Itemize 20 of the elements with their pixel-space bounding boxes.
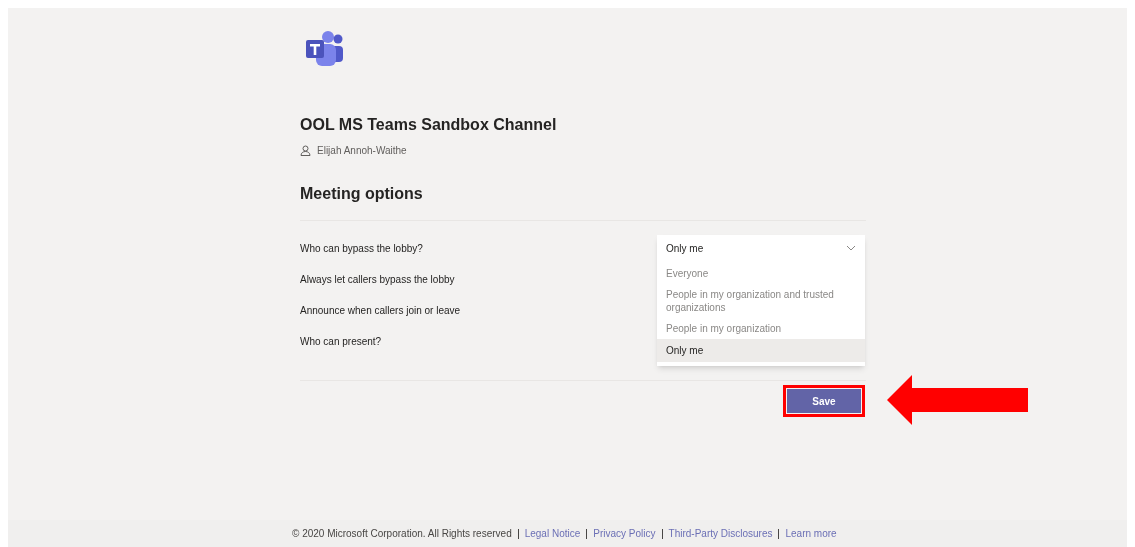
section-title: Meeting options [300, 184, 424, 204]
option-label: Who can bypass the lobby? [300, 242, 424, 255]
person-icon [300, 145, 311, 156]
footer-link[interactable]: Privacy Policy [593, 526, 656, 541]
chevron-icon [846, 245, 856, 251]
option-label: Announce when callers join or leave [300, 304, 462, 317]
save-button[interactable]: Save [787, 389, 861, 413]
dropdown-field[interactable]: Only me [657, 235, 865, 261]
dropdown-option[interactable]: People in my organization and trusted organizations [657, 284, 865, 318]
dropdown-option[interactable]: Everyone [657, 263, 865, 284]
copyright-text: © 2020 Microsoft Corporation. All Rights reserved [292, 527, 512, 541]
option-label: Who can present? [300, 335, 383, 348]
dropdown-option[interactable]: Only me [657, 339, 865, 362]
channel-title: OOL MS Teams Sandbox Channel [300, 115, 558, 135]
footer-link[interactable]: Third-Party Disclosures [668, 526, 773, 541]
footer-link[interactable]: Learn more [785, 526, 837, 541]
footer-link[interactable]: Legal Notice [524, 526, 581, 541]
option-label: Always let callers bypass the lobby [300, 273, 456, 286]
dropdown-option[interactable]: People in my organization [657, 318, 865, 339]
organizer-name: Elijah Annoh-Waithe [317, 144, 407, 158]
